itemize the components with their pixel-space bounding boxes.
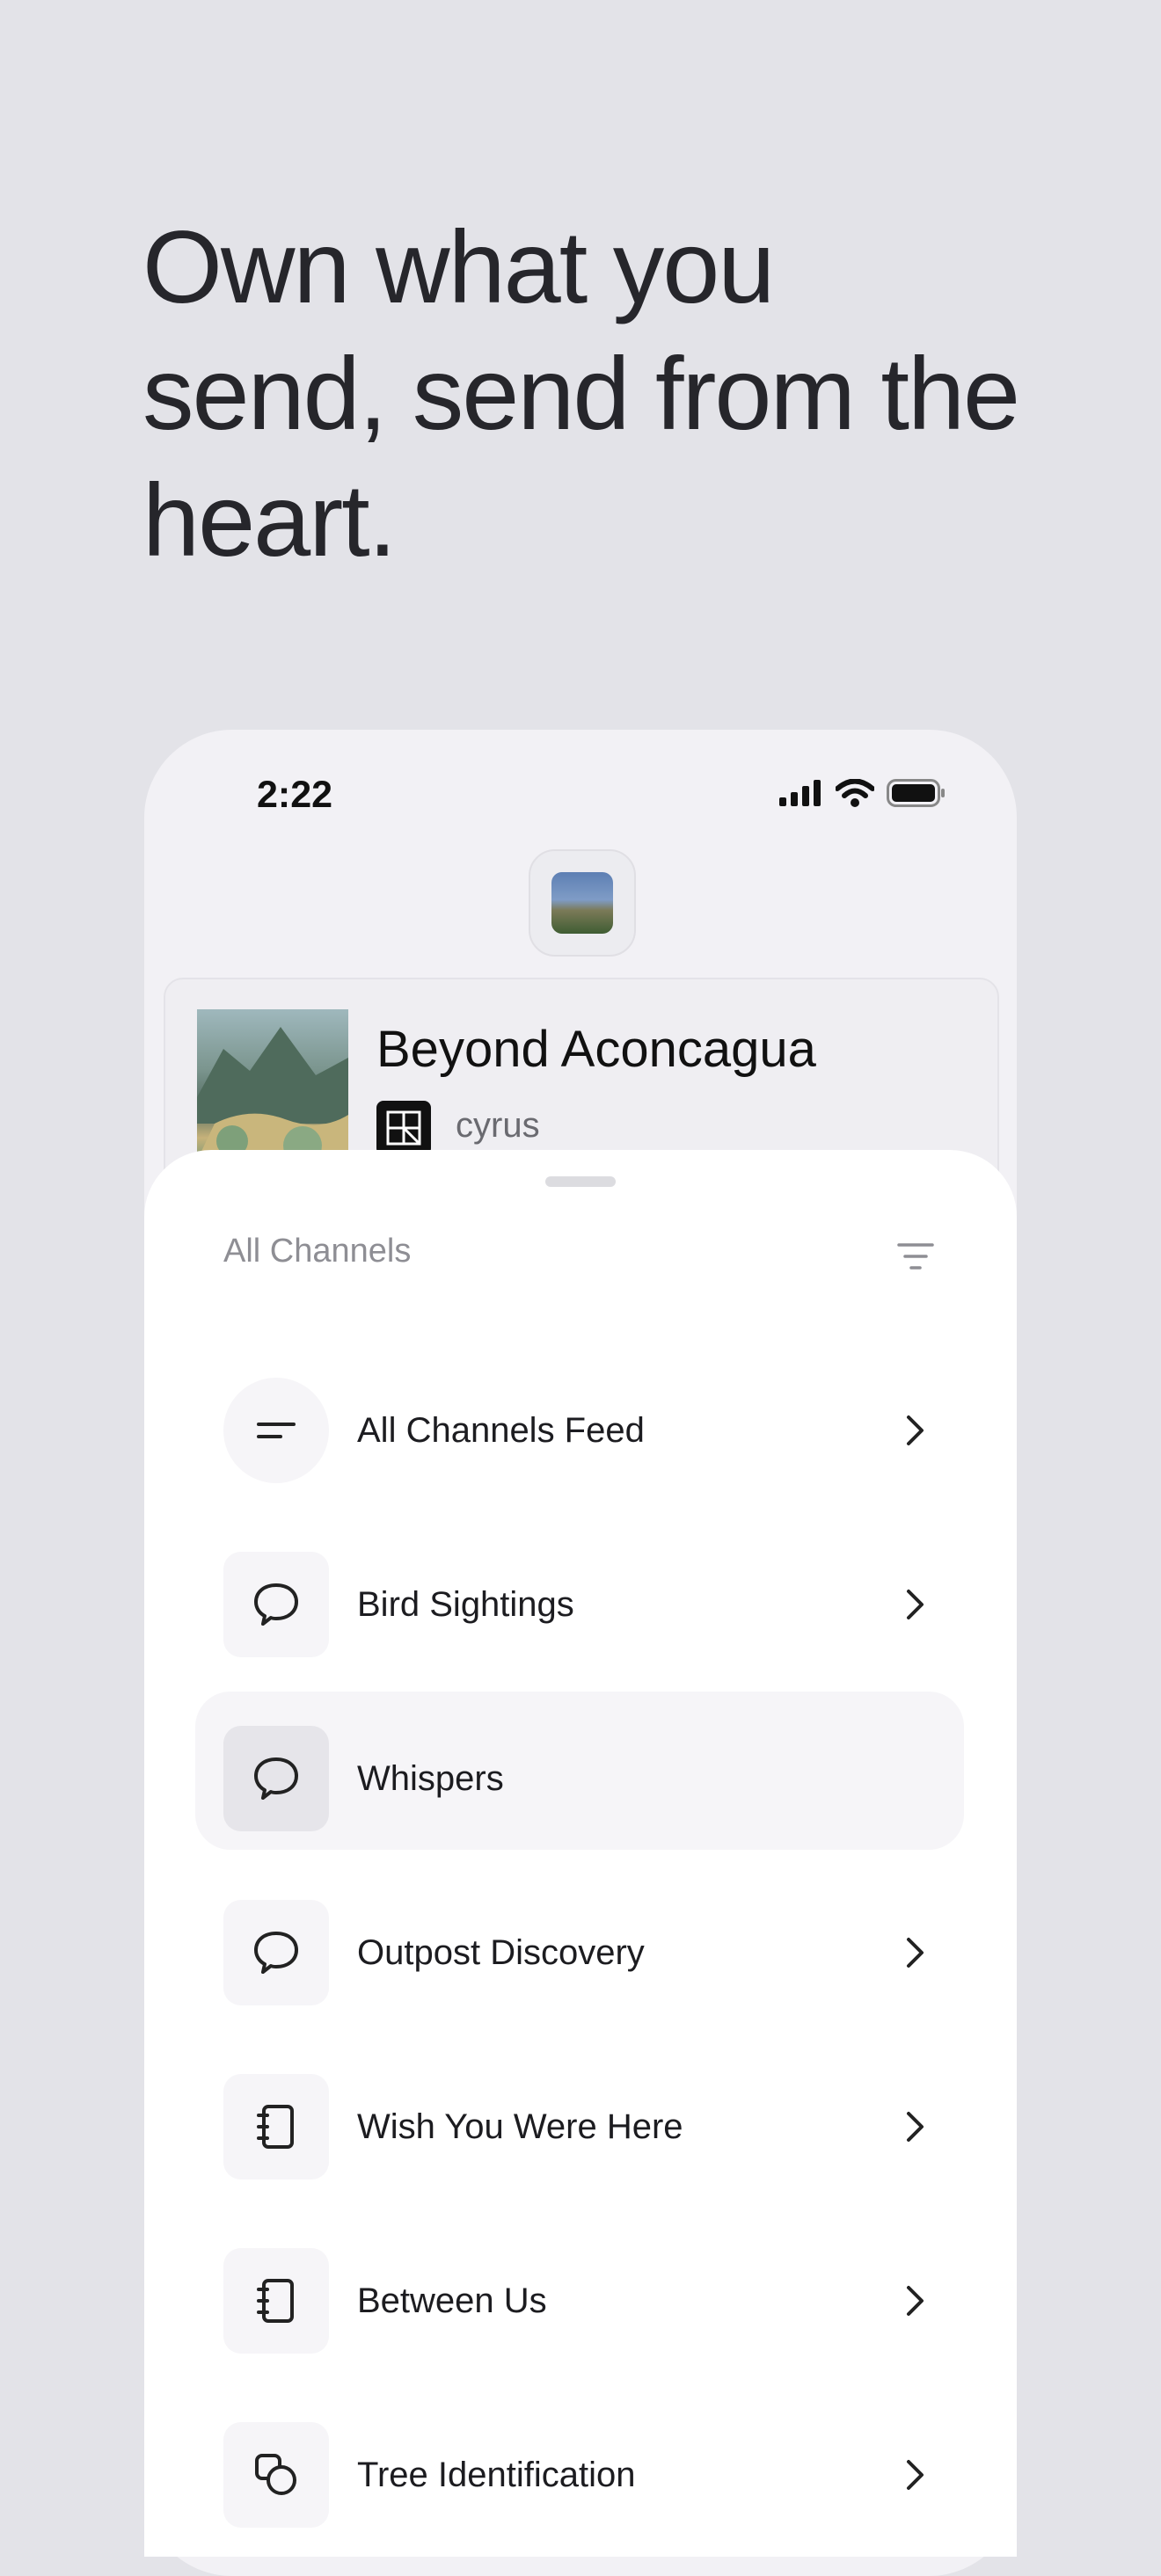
feed-lines-icon (223, 1378, 329, 1483)
app-icon-image (551, 872, 613, 934)
channel-row-between-us[interactable]: Between Us (144, 2214, 1017, 2388)
sheet-title: All Channels (223, 1233, 412, 1270)
battery-icon (887, 779, 945, 807)
app-icon-button[interactable] (529, 849, 636, 957)
channel-row-all-channels-feed[interactable]: All Channels Feed (144, 1343, 1017, 1517)
chat-bubble-icon (223, 1726, 329, 1831)
channel-label: Tree Identification (357, 2455, 636, 2494)
channel-list: All Channels Feed Bird Sightings Whisper… (144, 1343, 1017, 2562)
track-title: Beyond Aconcagua (376, 1021, 816, 1078)
channels-sheet: All Channels All Channels Feed Bird Sigh… (144, 1150, 1017, 2557)
chevron-right-icon (907, 2286, 924, 2316)
status-icons (779, 779, 946, 807)
chevron-right-icon (907, 1590, 924, 1619)
channel-label: All Channels Feed (357, 1410, 645, 1450)
notebook-icon (223, 2248, 329, 2354)
chevron-right-icon (907, 1938, 924, 1968)
channel-row-wish-you-were-here[interactable]: Wish You Were Here (144, 2040, 1017, 2214)
overlapping-shapes-icon (223, 2422, 329, 2528)
channel-label: Between Us (357, 2281, 547, 2320)
headline: Own what you send, send from the heart. (142, 209, 1020, 578)
channel-label: Whispers (357, 1758, 504, 1798)
channel-label: Wish You Were Here (357, 2107, 683, 2146)
wifi-icon (836, 779, 874, 807)
artist-logo (376, 1101, 431, 1155)
channel-row-whispers[interactable]: Whispers (144, 1692, 1017, 1866)
channel-row-outpost-discovery[interactable]: Outpost Discovery (144, 1866, 1017, 2040)
chevron-right-icon (907, 2460, 924, 2490)
channel-row-tree-identification[interactable]: Tree Identification (144, 2388, 1017, 2562)
status-time: 2:22 (257, 774, 333, 816)
notebook-icon (223, 2074, 329, 2179)
channel-row-bird-sightings[interactable]: Bird Sightings (144, 1517, 1017, 1692)
chat-bubble-icon (223, 1552, 329, 1657)
signal-icon (779, 780, 821, 806)
chevron-right-icon (907, 2112, 924, 2142)
filter-icon[interactable] (894, 1234, 938, 1278)
sheet-grabber[interactable] (545, 1176, 616, 1187)
chevron-right-icon (907, 1415, 924, 1445)
channel-label: Bird Sightings (357, 1584, 574, 1624)
artist-name: cyrus (456, 1106, 540, 1145)
album-art (197, 1009, 348, 1161)
channel-label: Outpost Discovery (357, 1932, 645, 1972)
chat-bubble-icon (223, 1900, 329, 2005)
